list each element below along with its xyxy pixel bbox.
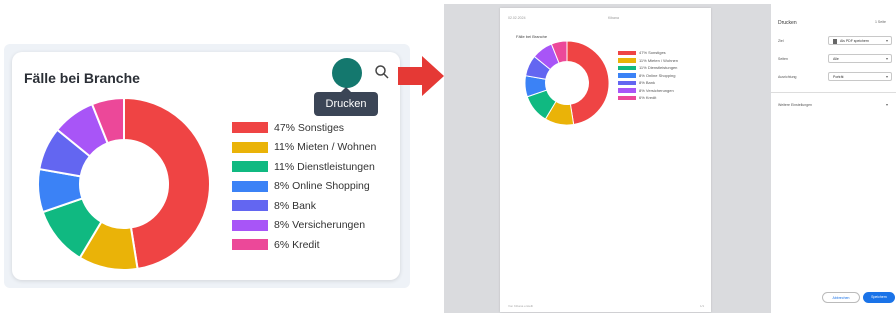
legend-swatch [232, 122, 268, 134]
legend-swatch [232, 161, 268, 173]
legend-label: 8% Versicherungen [639, 87, 674, 93]
legend-item: 8% Bank [618, 79, 678, 87]
legend-label: 11% Mieten / Wohnen [639, 57, 678, 63]
pdf-icon [833, 38, 837, 44]
donut-slice-sonstiges [123, 96, 211, 271]
divider [771, 92, 896, 93]
sheet-count: 1 Seite [875, 20, 886, 24]
preview-header-title: Kibana [608, 16, 619, 20]
legend-swatch [618, 73, 636, 78]
cancel-button[interactable]: Abbrechen [822, 292, 860, 303]
layout-label: Ausrichtung [778, 75, 797, 79]
chart-card: Fälle bei Branche Drucken 47% Sonstiges 1… [12, 52, 400, 280]
chevron-down-icon: ▾ [885, 56, 888, 61]
print-settings-panel: Drucken 1 Seite Ziel Als PDF speichern ▾… [771, 4, 896, 313]
legend-item: 8% Versicherungen [618, 87, 678, 95]
legend-label: 8% Versicherungen [274, 219, 366, 232]
layout-select[interactable]: Porträt ▾ [828, 72, 892, 81]
chevron-down-icon[interactable]: ▾ [886, 102, 888, 107]
legend-item: 6% Kredit [618, 94, 678, 102]
legend-item: 8% Online Shopping [618, 72, 678, 80]
legend-item: 11% Mieten / Wohnen [618, 57, 678, 65]
donut-chart [37, 96, 211, 271]
legend-swatch [232, 141, 268, 153]
legend-swatch [618, 88, 636, 93]
legend-item: 8% Versicherungen [232, 216, 376, 236]
card-title: Fälle bei Branche [24, 70, 140, 86]
legend-swatch [232, 200, 268, 212]
destination-label: Ziel [778, 39, 784, 43]
legend-swatch [618, 95, 636, 100]
legend-item: 47% Sonstiges [232, 118, 376, 138]
legend-label: 8% Bank [274, 199, 317, 212]
preview-donut-chart [524, 40, 610, 126]
legend-label: 11% Dienstleistungen [274, 160, 375, 173]
chevron-down-icon: ▾ [885, 74, 888, 79]
legend-swatch [232, 239, 268, 251]
preview-legend: 47% Sonstiges 11% Mieten / Wohnen 11% Dien… [618, 49, 678, 102]
legend-swatch [232, 219, 268, 231]
legend-swatch [618, 65, 636, 70]
legend-label: 47% Sonstiges [274, 121, 345, 134]
donut-slice-sonstiges [566, 40, 610, 126]
legend-label: 8% Online Shopping [274, 180, 370, 193]
preview-heading: Fälle bei Branche [516, 34, 548, 39]
destination-value: Als PDF speichern [840, 39, 869, 43]
legend-item: 6% Kredit [232, 235, 376, 255]
arrow-right-icon [398, 56, 444, 96]
layout-value: Porträt [833, 75, 844, 79]
more-settings-toggle[interactable]: Weitere Einstellungen [778, 103, 812, 107]
legend-item: 11% Mieten / Wohnen [232, 138, 376, 158]
legend-label: 8% Bank [639, 80, 656, 86]
print-button[interactable] [332, 58, 362, 88]
pages-select[interactable]: Alle ▾ [828, 54, 892, 63]
legend-item: 11% Dienstleistungen [618, 64, 678, 72]
legend-swatch [618, 58, 636, 63]
print-dialog-title: Drucken [778, 20, 797, 26]
legend-swatch [618, 50, 636, 55]
search-icon[interactable] [374, 64, 390, 80]
pages-label: Seiten [778, 57, 788, 61]
legend-item: 47% Sonstiges [618, 49, 678, 57]
print-preview-page: 02.02.2024 Kibana Fälle bei Branche 47% … [500, 8, 711, 312]
save-button[interactable]: Speichern [863, 292, 895, 303]
print-tooltip: Drucken [314, 87, 378, 116]
pages-value: Alle [833, 57, 839, 61]
legend-label: 6% Kredit [274, 238, 320, 251]
legend-item: 8% Bank [232, 196, 376, 216]
destination-select[interactable]: Als PDF speichern ▾ [828, 36, 892, 45]
legend-label: 11% Dienstleistungen [639, 65, 678, 71]
legend-label: 47% Sonstiges [639, 50, 666, 56]
preview-footer: Von Kibana erstellt [508, 304, 534, 308]
preview-page-number: 1/1 [700, 304, 705, 308]
chevron-down-icon: ▾ [885, 38, 888, 43]
print-dialog: 02.02.2024 Kibana Fälle bei Branche 47% … [444, 4, 896, 313]
legend-item: 11% Dienstleistungen [232, 157, 376, 177]
legend-item: 8% Online Shopping [232, 177, 376, 197]
legend-swatch [618, 80, 636, 85]
chart-legend: 47% Sonstiges 11% Mieten / Wohnen 11% Dien… [232, 118, 376, 255]
legend-swatch [232, 180, 268, 192]
legend-label: 8% Online Shopping [639, 72, 676, 78]
legend-label: 11% Mieten / Wohnen [274, 141, 377, 154]
legend-label: 6% Kredit [639, 95, 657, 101]
preview-header-date: 02.02.2024 [508, 16, 526, 20]
